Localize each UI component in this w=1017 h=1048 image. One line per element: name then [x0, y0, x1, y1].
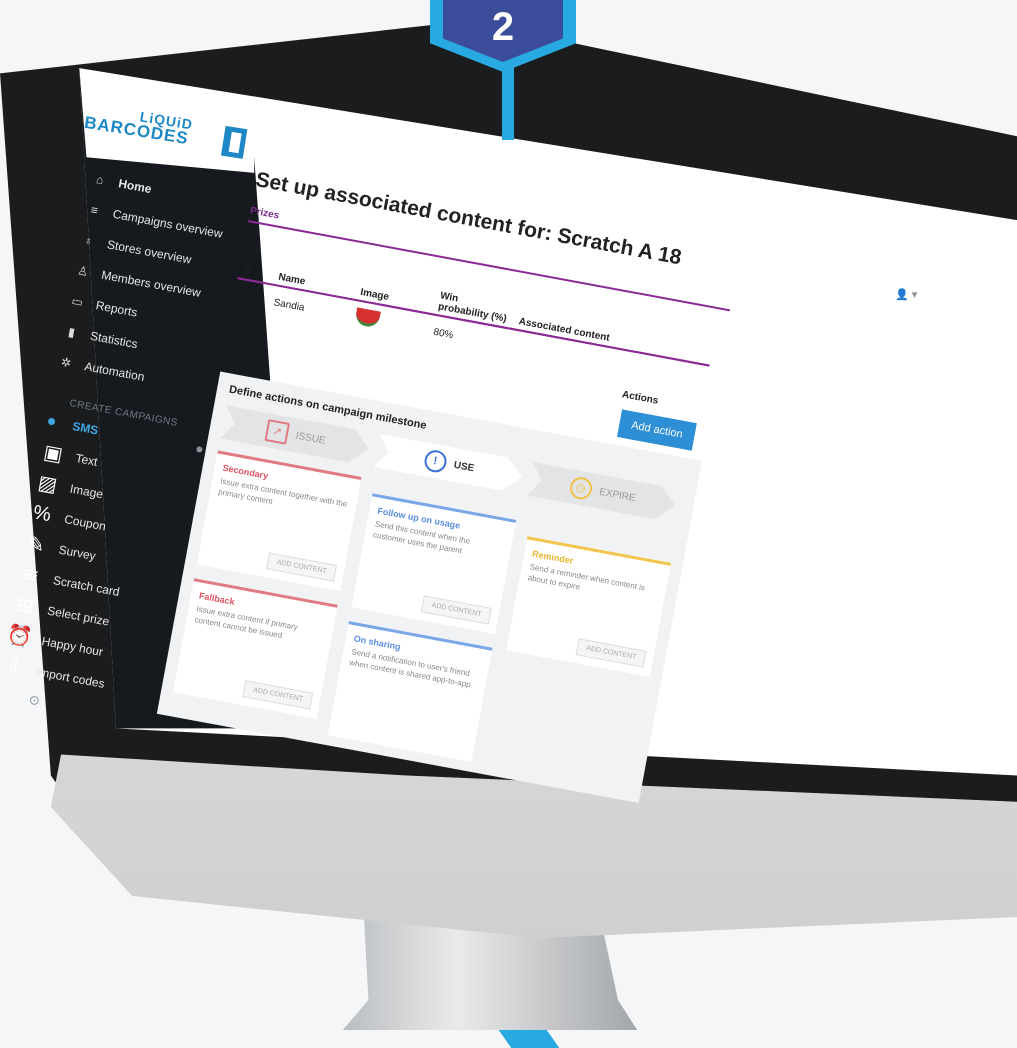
add-content-button[interactable]: ADD CONTENT [266, 552, 337, 582]
card-on-sharing: On sharing Send a notification to user's… [327, 621, 493, 762]
card-reminder: Reminder Send a reminder when content is… [506, 536, 671, 677]
add-content-button[interactable]: ADD CONTENT [242, 680, 314, 710]
sidebar-item-label: Reports [94, 297, 139, 320]
step-connector-top [502, 60, 514, 140]
sidebar-item-label: Survey [57, 542, 97, 563]
gears-icon: ✲ [59, 354, 73, 370]
edit-icon: ✎ [25, 532, 47, 558]
add-content-button[interactable]: ADD CONTENT [421, 595, 492, 625]
actions-label: Actions [621, 389, 660, 407]
sidebar-item-label: Import codes [35, 663, 106, 691]
active-dot-icon [47, 417, 56, 426]
card-fallback: Fallback Issue extra content if primary … [173, 578, 338, 719]
issue-column: Secondary Issue extra content together w… [170, 450, 362, 732]
list-icon: ≡ [89, 202, 100, 218]
image-icon: ▨ [36, 471, 59, 497]
card-secondary: Secondary Issue extra content together w… [196, 450, 362, 592]
add-content-button[interactable]: ADD CONTENT [575, 638, 647, 668]
sidebar-item-label: Statistics [89, 328, 139, 351]
sidebar-item-label: Text [74, 450, 99, 469]
sidebar-item-label: Image [68, 481, 105, 501]
watermelon-icon [354, 307, 382, 329]
sidebar-item-label: SMS [71, 418, 100, 438]
exclamation-icon: ! [422, 448, 448, 474]
alarm-clock-icon: ⏰ [5, 623, 34, 650]
share-icon: ↗ [264, 419, 290, 445]
sidebar-item-label: Happy hour [40, 633, 105, 659]
percent-icon: % [31, 501, 53, 527]
add-action-button[interactable]: Add action [617, 409, 697, 451]
import-icon: ⇩ [3, 654, 24, 680]
sidebar-item-label: Scratch card [52, 572, 121, 599]
grid-icon: ⊞ [14, 593, 36, 619]
logo-mark-icon [220, 125, 248, 159]
pin-icon: ♁ [82, 232, 95, 248]
clock-icon: ◷ [568, 475, 594, 501]
step-label: USE [452, 459, 476, 474]
sidebar-item-label: Select prize [46, 603, 111, 629]
users-icon: ♙ [76, 262, 90, 279]
sidebar-item-label: Home [117, 175, 153, 196]
scratch-icon: ≋ [20, 563, 41, 589]
step-label: ISSUE [294, 429, 327, 447]
home-icon: ⌂ [95, 171, 105, 187]
speech-bubble-icon: ▣ [41, 441, 65, 467]
use-column: Follow up on usage Send this content whe… [327, 493, 517, 762]
sidebar-item-label: Coupon [63, 511, 108, 534]
expand-dot-icon [196, 445, 204, 453]
step-label: EXPIRE [598, 486, 637, 504]
folder-icon: ▭ [70, 293, 85, 310]
card-follow-up-on-usage: Follow up on usage Send this content whe… [351, 493, 517, 635]
bar-chart-icon: ▮ [67, 324, 77, 340]
sidebar-item-label: Automation [83, 358, 146, 384]
expire-column: Reminder Send a reminder when content is… [485, 536, 671, 791]
